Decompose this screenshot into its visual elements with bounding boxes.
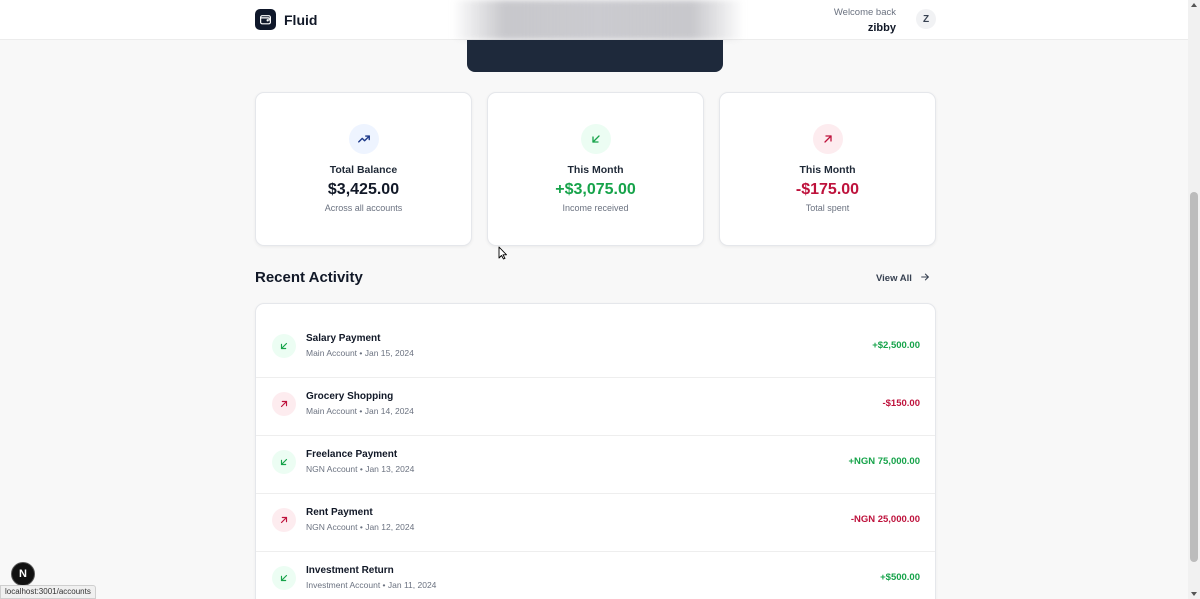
- transaction-amount: -$150.00: [882, 398, 920, 409]
- recent-activity-heading: Recent Activity: [255, 269, 363, 286]
- view-all-label: View All: [876, 273, 912, 284]
- list-item[interactable]: Rent Payment NGN Account • Jan 12, 2024 …: [256, 494, 935, 552]
- nextjs-dev-badge[interactable]: N: [11, 562, 35, 586]
- stat-value: $3,425.00: [327, 181, 400, 198]
- arrow-down-left-icon: [272, 566, 296, 590]
- total-balance-card: Total Balance $3,425.00 Across all accou…: [255, 92, 472, 246]
- app-name: Fluid: [284, 11, 318, 28]
- view-all-link[interactable]: View All: [876, 272, 930, 285]
- user-greeting: Welcome back zibby: [834, 7, 896, 35]
- top-navigation-bar: Fluid Welcome back zibby Z: [0, 0, 1188, 40]
- transaction-name: Salary Payment: [306, 333, 381, 344]
- list-item[interactable]: Investment Return Investment Account • J…: [256, 552, 935, 599]
- transaction-meta: NGN Account • Jan 13, 2024: [306, 464, 415, 474]
- activity-list: Salary Payment Main Account • Jan 15, 20…: [255, 303, 936, 599]
- transaction-amount: -NGN 25,000.00: [850, 514, 920, 525]
- scroll-down-icon[interactable]: [1191, 592, 1197, 596]
- arrow-down-left-icon: [272, 334, 296, 358]
- transaction-meta: Main Account • Jan 14, 2024: [306, 406, 414, 416]
- transaction-name: Grocery Shopping: [306, 391, 394, 402]
- transaction-meta: Investment Account • Jan 11, 2024: [306, 580, 437, 590]
- mouse-cursor-icon: [498, 246, 508, 265]
- arrow-down-left-icon: [272, 450, 296, 474]
- transaction-amount: +$500.00: [880, 572, 920, 583]
- arrow-down-left-icon: [580, 124, 611, 154]
- list-item[interactable]: Freelance Payment NGN Account • Jan 13, …: [256, 436, 935, 494]
- stat-subtitle: Total spent: [805, 203, 850, 213]
- trending-up-icon: [348, 124, 379, 154]
- welcome-text: Welcome back: [833, 7, 896, 18]
- page-scrollbar[interactable]: [1188, 0, 1200, 599]
- spent-month-card: This Month -$175.00 Total spent: [719, 92, 936, 246]
- transaction-meta: NGN Account • Jan 12, 2024: [306, 522, 415, 532]
- account-card-bottom-edge: [467, 40, 723, 72]
- arrow-right-icon: [920, 272, 930, 285]
- stat-title: Total Balance: [329, 164, 398, 176]
- arrow-up-right-icon: [272, 508, 296, 532]
- stat-title: This Month: [567, 164, 624, 176]
- blurred-region: [452, 0, 744, 40]
- avatar[interactable]: Z: [916, 9, 936, 29]
- list-item[interactable]: Salary Payment Main Account • Jan 15, 20…: [256, 320, 935, 378]
- stat-value: +$3,075.00: [555, 181, 636, 198]
- transaction-name: Investment Return: [306, 565, 394, 576]
- list-item[interactable]: Grocery Shopping Main Account • Jan 14, …: [256, 378, 935, 436]
- arrow-up-right-icon: [812, 124, 843, 154]
- wallet-icon: [255, 9, 276, 30]
- transaction-name: Freelance Payment: [306, 449, 398, 460]
- arrow-up-right-icon: [272, 392, 296, 416]
- income-month-card: This Month +$3,075.00 Income received: [487, 92, 704, 246]
- transaction-amount: +NGN 75,000.00: [848, 456, 920, 467]
- scroll-thumb[interactable]: [1190, 192, 1198, 562]
- transaction-meta: Main Account • Jan 15, 2024: [306, 348, 414, 358]
- brand-logo[interactable]: Fluid: [255, 9, 317, 30]
- stat-subtitle: Income received: [562, 203, 629, 213]
- transaction-amount: +$2,500.00: [872, 340, 920, 351]
- scroll-up-icon[interactable]: [1191, 3, 1197, 7]
- username-text: zibby: [867, 22, 896, 34]
- stat-value: -$175.00: [795, 181, 860, 198]
- stat-subtitle: Across all accounts: [324, 203, 403, 213]
- status-bar-url: localhost:3001/accounts: [0, 585, 96, 599]
- stat-title: This Month: [799, 164, 856, 176]
- transaction-name: Rent Payment: [306, 507, 373, 518]
